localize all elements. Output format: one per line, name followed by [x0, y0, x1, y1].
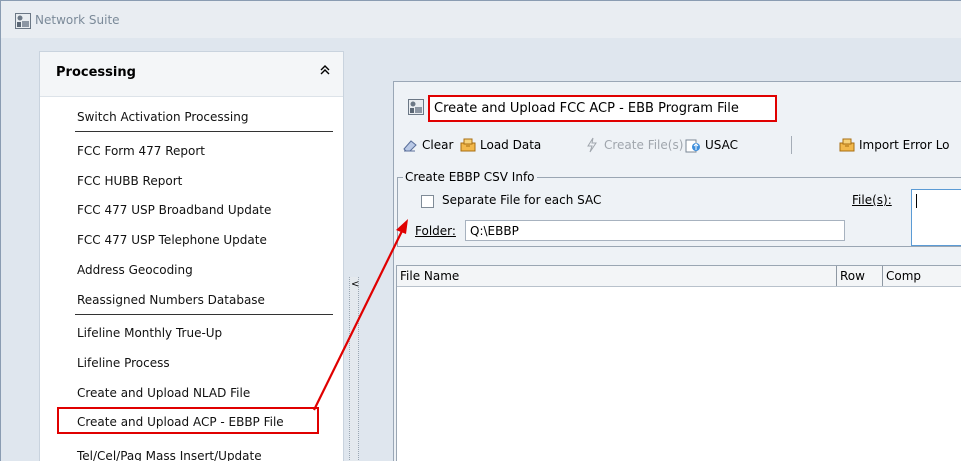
app-titlebar: Network Suite — [1, 1, 961, 38]
load-data-label: Load Data — [480, 138, 542, 152]
text-caret — [916, 194, 917, 208]
app-title: Network Suite — [35, 13, 120, 27]
lightning-icon — [587, 137, 597, 153]
processing-panel: Processing Switch Activation Processing … — [39, 51, 344, 461]
folder-label: Folder: — [415, 224, 456, 238]
files-label: File(s): — [852, 193, 892, 207]
highlight-box-menu-item — [57, 407, 319, 434]
column-header-row[interactable]: Row — [837, 266, 883, 286]
highlight-box-dialog-title: Create and Upload FCC ACP - EBB Program … — [428, 95, 777, 122]
dialog-toolbar: Clear Load Data Create File(s) USAC Impo… — [394, 132, 961, 158]
import-error-log-label: Import Error Lo — [859, 138, 950, 152]
folder-input[interactable] — [465, 220, 845, 241]
create-files-button[interactable]: Create File(s) — [584, 136, 683, 154]
usac-label: USAC — [705, 138, 738, 152]
menu-item-fcc-477-usp-broadband-update[interactable]: FCC 477 USP Broadband Update — [77, 203, 271, 217]
grid-header: File Name Row Comp — [397, 266, 961, 287]
import-error-log-icon — [839, 138, 855, 152]
panel-splitter[interactable]: < — [349, 277, 359, 461]
acp-ebbp-dialog: Create and Upload FCC ACP - EBB Program … — [393, 81, 961, 461]
group-legend: Create EBBP CSV Info — [403, 170, 537, 184]
create-ebbp-csv-info-group: Create EBBP CSV Info Separate File for e… — [397, 170, 961, 248]
processing-title: Processing — [56, 65, 136, 80]
menu-item-tel-cel-pag-mass-insert-update[interactable]: Tel/Cel/Pag Mass Insert/Update — [77, 449, 262, 461]
clear-button[interactable]: Clear — [402, 136, 453, 154]
dialog-logo-icon — [408, 99, 424, 115]
collapse-chevron-icon[interactable] — [320, 64, 330, 78]
dialog-title: Create and Upload FCC ACP - EBB Program … — [434, 101, 739, 116]
collapse-left-arrow-icon[interactable]: < — [351, 279, 359, 290]
clear-label: Clear — [422, 138, 454, 152]
separate-file-label[interactable]: Separate File for each SAC — [442, 193, 601, 207]
load-data-icon — [460, 138, 476, 152]
menu-item-reassigned-numbers-database[interactable]: Reassigned Numbers Database — [77, 293, 265, 307]
menu-item-lifeline-process[interactable]: Lifeline Process — [77, 356, 170, 370]
menu-item-switch-activation-processing[interactable]: Switch Activation Processing — [77, 110, 248, 124]
menu-item-create-upload-nlad-file[interactable]: Create and Upload NLAD File — [77, 386, 250, 400]
eraser-icon — [403, 140, 417, 152]
menu-divider — [75, 314, 333, 315]
column-header-file-name[interactable]: File Name — [397, 266, 837, 286]
menu-item-fcc-477-usp-telephone-update[interactable]: FCC 477 USP Telephone Update — [77, 233, 267, 247]
menu-item-lifeline-monthly-true-up[interactable]: Lifeline Monthly True-Up — [77, 326, 222, 340]
column-header-comp[interactable]: Comp — [883, 266, 961, 286]
import-error-log-button[interactable]: Import Error Lo — [839, 136, 950, 154]
usac-button[interactable]: USAC — [685, 136, 738, 154]
screenshot-root: Network Suite Processing Switch Activati… — [0, 0, 961, 461]
separate-file-checkbox[interactable] — [421, 195, 434, 208]
dialog-titlebar: Create and Upload FCC ACP - EBB Program … — [394, 82, 961, 124]
files-list-box[interactable] — [911, 189, 961, 246]
app-window: Network Suite Processing Switch Activati… — [0, 0, 961, 461]
menu-item-fcc-hubb-report[interactable]: FCC HUBB Report — [77, 174, 182, 188]
toolbar-divider — [791, 136, 792, 154]
file-grid[interactable]: File Name Row Comp — [396, 265, 961, 461]
network-suite-logo-icon — [15, 13, 31, 29]
load-data-button[interactable]: Load Data — [460, 136, 541, 154]
menu-divider — [75, 131, 333, 132]
menu-item-fcc-form-477-report[interactable]: FCC Form 477 Report — [77, 144, 205, 158]
processing-header[interactable]: Processing — [40, 52, 343, 97]
menu-item-address-geocoding[interactable]: Address Geocoding — [77, 263, 193, 277]
usac-upload-icon — [685, 139, 700, 153]
create-files-label: Create File(s) — [604, 138, 684, 152]
